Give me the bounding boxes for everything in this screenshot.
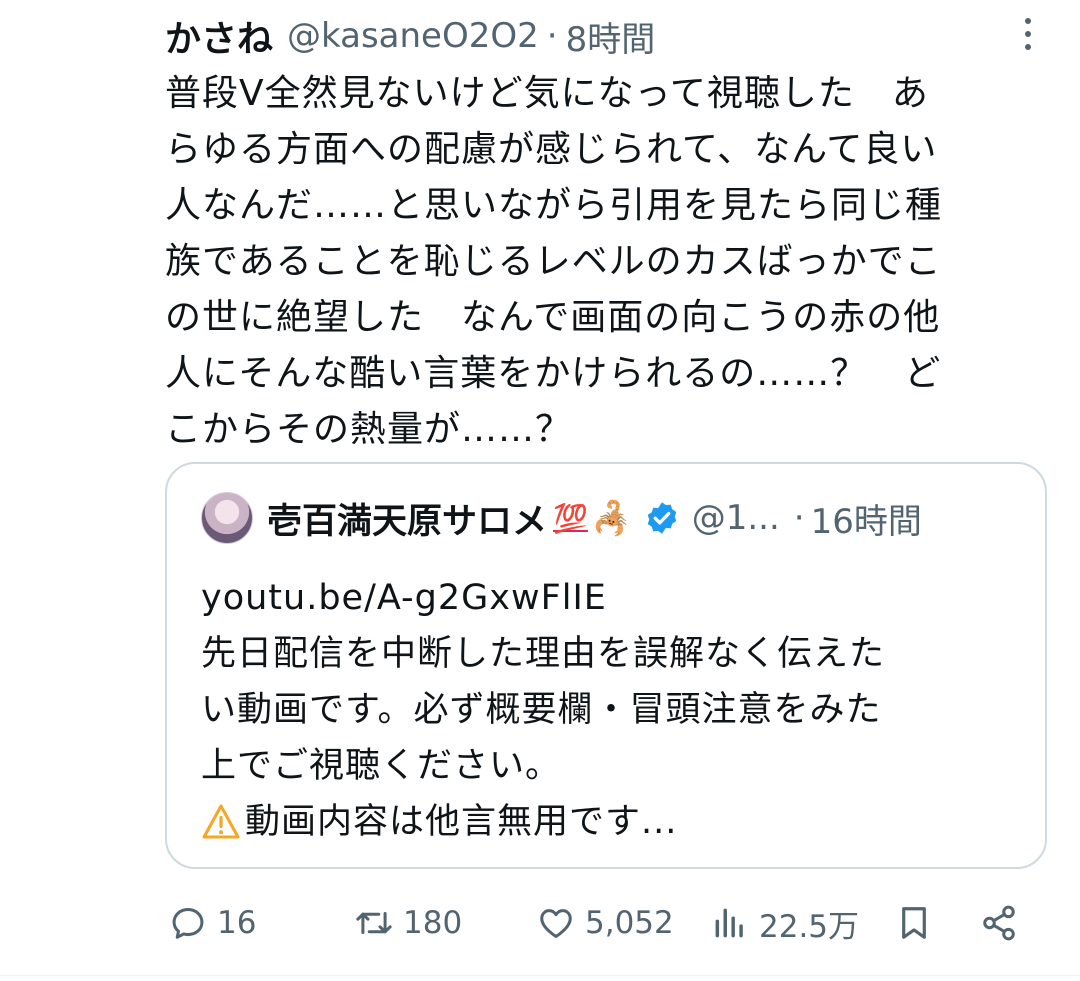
like-icon xyxy=(540,909,572,938)
tweet-text-line: の世に絶望した なんで画面の向こうの赤の他 xyxy=(165,297,941,338)
reply-icon xyxy=(172,908,204,939)
quoted-tweet-header: 壱百満天原サロメ 💯 🦂 @1... · 16時間 xyxy=(201,490,922,546)
author-display-name[interactable]: かさね xyxy=(165,10,273,62)
bookmark-icon xyxy=(902,907,926,939)
tweet-text-line: 普段V全然見ないけど気になって視聴した あ xyxy=(165,73,929,114)
tweet-text-line: らゆる方面への配慮が感じられて、なんて良い xyxy=(165,129,938,170)
quoted-tweet-text: youtu.be/A-g2GxwFlIE 先日配信を中断した理由を誤解なく伝えた… xyxy=(201,570,1031,850)
quoted-author-handle: @1... xyxy=(691,498,780,538)
quoted-warning-text: 動画内容は他言無用です... xyxy=(245,802,678,842)
share-icon xyxy=(983,905,1015,941)
retweet-icon xyxy=(356,911,392,935)
tweet-text: 普段V全然見ないけど気になって視聴した あ らゆる方面への配慮が感じられて、なん… xyxy=(165,66,1055,458)
more-icon[interactable] xyxy=(1010,14,1046,54)
tweet-actions-bar: 16 180 5,052 22.5万 xyxy=(165,898,1035,948)
reply-button[interactable]: 16 xyxy=(169,898,256,948)
tweet-timestamp[interactable]: 8時間 xyxy=(566,12,656,61)
quoted-text-line: 先日配信を中断した理由を誤解なく伝えた xyxy=(201,634,886,674)
scorpion-emoji: 🦂 xyxy=(591,499,632,537)
tweet-text-line: 人にそんな酷い言葉をかけられるの……？ ど xyxy=(165,353,942,394)
quoted-author-display-name: 壱百満天原サロメ xyxy=(267,501,548,542)
retweet-count: 180 xyxy=(403,905,463,941)
tweet[interactable]: かさね @kasaneO2O2 · 8時間 普段V全然見ないけど気になって視聴し… xyxy=(0,0,1080,981)
tweet-text-line: 族であることを恥じるレベルのカスばっかでこ xyxy=(165,241,942,282)
views-count: 22.5万 xyxy=(759,908,860,945)
reply-count: 16 xyxy=(217,905,257,941)
hundred-points-emoji: 💯 xyxy=(553,501,588,535)
quoted-text-line: い動画です。必ず概要欄・冒頭注意をみた xyxy=(201,690,882,730)
quoted-tweet-card[interactable]: 壱百満天原サロメ 💯 🦂 @1... · 16時間 youtu.be/A-g2G… xyxy=(165,462,1047,869)
quoted-link[interactable]: youtu.be/A-g2GxwFlIE xyxy=(201,570,1031,626)
bookmark-button[interactable] xyxy=(895,898,933,948)
header-separator: · xyxy=(546,16,558,56)
tweet-text-line: 人なんだ……と思いながら引用を見たら同じ種 xyxy=(165,185,943,226)
author-handle[interactable]: @kasaneO2O2 xyxy=(287,16,539,56)
share-button[interactable] xyxy=(980,898,1018,948)
quoted-warning-line: 動画内容は他言無用です... xyxy=(201,794,1031,850)
avatar[interactable] xyxy=(201,492,253,544)
divider xyxy=(0,975,1080,976)
verified-badge-icon xyxy=(647,502,676,534)
quoted-header-separator: · xyxy=(793,498,805,538)
views-button[interactable]: 22.5万 xyxy=(711,898,859,948)
tweet-text-line: こからその熱量が……？ xyxy=(165,409,573,450)
quoted-text-line: 上でご視聴ください。 xyxy=(201,746,562,786)
quoted-tweet-timestamp: 16時間 xyxy=(810,501,922,542)
tweet-header: かさね @kasaneO2O2 · 8時間 xyxy=(165,8,655,64)
views-icon xyxy=(715,908,743,938)
warning-icon xyxy=(202,804,240,839)
retweet-button[interactable]: 180 xyxy=(355,898,462,948)
like-count: 5,052 xyxy=(585,905,674,941)
like-button[interactable]: 5,052 xyxy=(537,898,674,948)
